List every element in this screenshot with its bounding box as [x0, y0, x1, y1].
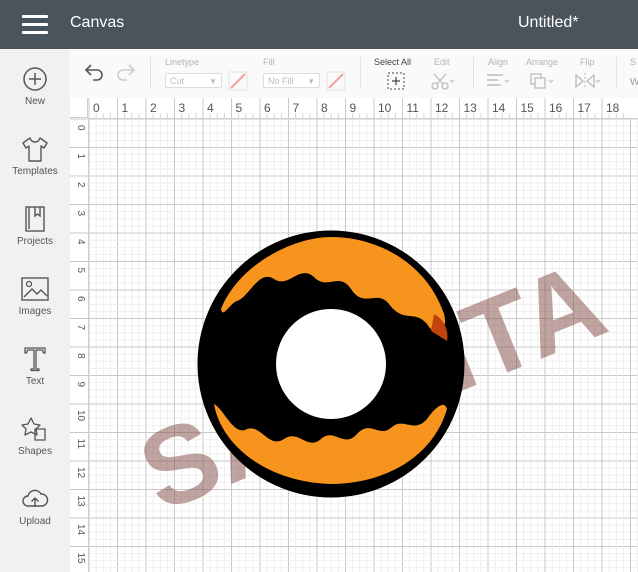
edit-label: Edit [434, 57, 450, 67]
ruler-label: 2 [75, 182, 86, 188]
ruler-label: 0 [93, 101, 100, 115]
arrange-label: Arrange [526, 57, 559, 67]
sidebar: New Templates Projects Images Text Shape… [0, 49, 71, 572]
edit-scissors-icon[interactable] [430, 71, 456, 91]
ruler-label: 9 [350, 101, 357, 115]
tshirt-icon [22, 137, 48, 162]
ruler-label: 13 [75, 496, 86, 508]
horizontal-ruler[interactable]: 0 1 2 3 4 5 6 7 8 9 10 11 12 13 14 15 16 17 18 [88, 98, 638, 119]
bookmark-book-icon [25, 206, 45, 232]
redo-icon[interactable] [115, 62, 137, 82]
undo-icon[interactable] [83, 62, 105, 82]
sidebar-item-label: Shapes [18, 446, 52, 457]
ruler-label: 13 [464, 101, 478, 115]
menu-icon[interactable] [22, 15, 48, 35]
sidebar-item-label: Images [18, 306, 52, 317]
ruler-label: 7 [293, 101, 300, 115]
arrange-icon[interactable] [528, 71, 556, 91]
ruler-label: 4 [75, 239, 86, 245]
flip-icon[interactable] [573, 71, 601, 91]
fill-label: Fill [263, 57, 275, 67]
image-icon [21, 277, 49, 301]
ruler-label: 12 [435, 101, 449, 115]
text-t-icon [24, 347, 46, 372]
app-title: Canvas [70, 14, 125, 31]
sidebar-item-projects[interactable]: Projects [0, 205, 70, 265]
linetype-select[interactable]: Cut ▼ [165, 73, 222, 88]
fill-value: No Fill [268, 76, 294, 86]
ruler-label: 11 [407, 101, 420, 115]
ruler-label: 9 [75, 382, 86, 388]
fill-select[interactable]: No Fill ▼ [263, 73, 320, 88]
select-all-icon[interactable] [386, 71, 406, 91]
ruler-label: 17 [578, 101, 592, 115]
size-label: S [630, 57, 637, 67]
top-bar: Canvas Untitled* [0, 0, 638, 49]
chevron-down-icon: ▼ [209, 77, 217, 86]
sidebar-item-label: New [24, 96, 45, 107]
plus-circle-icon [23, 67, 47, 91]
sidebar-item-label: Templates [12, 166, 58, 177]
sidebar-item-text[interactable]: Text [0, 345, 70, 405]
ruler-label: 0 [75, 125, 86, 131]
width-label: W [630, 77, 638, 88]
shapes-icon [21, 417, 46, 441]
document-title[interactable]: Untitled* [518, 14, 578, 32]
ruler-label: 14 [492, 101, 506, 115]
ruler-label: 15 [75, 553, 86, 565]
sidebar-item-label: Projects [16, 236, 54, 247]
linetype-color-icon[interactable] [228, 71, 248, 91]
toolbar-divider [473, 57, 474, 89]
sidebar-item-images[interactable]: Images [0, 275, 70, 335]
donut-hole [276, 309, 386, 419]
ruler-label: 14 [75, 524, 86, 536]
ruler-label: 10 [378, 101, 392, 115]
ruler-corner [70, 98, 88, 118]
ruler-label: 5 [75, 268, 86, 274]
ruler-label: 5 [236, 101, 243, 115]
ruler-label: 6 [75, 296, 86, 302]
ruler-label: 1 [122, 101, 129, 115]
sidebar-item-upload[interactable]: Upload [0, 485, 70, 545]
fill-color-icon[interactable] [326, 71, 346, 91]
sidebar-item-shapes[interactable]: Shapes [0, 415, 70, 475]
ruler-label: 1 [75, 154, 86, 160]
ruler-label: 6 [264, 101, 271, 115]
ruler-label: 8 [321, 101, 328, 115]
ruler-label: 3 [179, 101, 186, 115]
ruler-label: 4 [207, 101, 214, 115]
flip-label: Flip [580, 57, 595, 67]
design-canvas[interactable]: SASMITA [89, 119, 638, 572]
linetype-value: Cut [170, 76, 185, 86]
ruler-label: 11 [75, 439, 86, 450]
ruler-label: 7 [75, 325, 86, 331]
sidebar-item-new[interactable]: New [0, 65, 70, 125]
toolbar-divider [616, 57, 617, 89]
ruler-label: 15 [521, 101, 535, 115]
toolbar-divider [150, 57, 151, 89]
ruler-label: 18 [606, 101, 620, 115]
ruler-label: 8 [75, 353, 86, 359]
ruler-label: 10 [75, 410, 86, 422]
ruler-label: 2 [150, 101, 157, 115]
sidebar-item-label: Text [25, 376, 45, 387]
vertical-ruler[interactable]: 0123456789101112131415 [70, 118, 89, 572]
align-icon[interactable] [484, 71, 512, 91]
sidebar-item-templates[interactable]: Templates [0, 135, 70, 195]
chevron-down-icon: ▼ [307, 77, 315, 86]
align-label: Align [488, 57, 509, 67]
donut-design[interactable]: SASMITA [89, 119, 638, 572]
linetype-label: Linetype [165, 57, 200, 67]
toolbar: Linetype Cut ▼ Fill No Fill ▼ Select All E… [70, 49, 638, 99]
cloud-upload-icon [22, 489, 49, 507]
select-all-label: Select All [374, 57, 412, 67]
toolbar-divider [360, 57, 361, 89]
ruler-label: 12 [75, 467, 86, 479]
sidebar-item-label: Upload [19, 516, 51, 527]
ruler-label: 16 [549, 101, 563, 115]
ruler-label: 3 [75, 211, 86, 217]
